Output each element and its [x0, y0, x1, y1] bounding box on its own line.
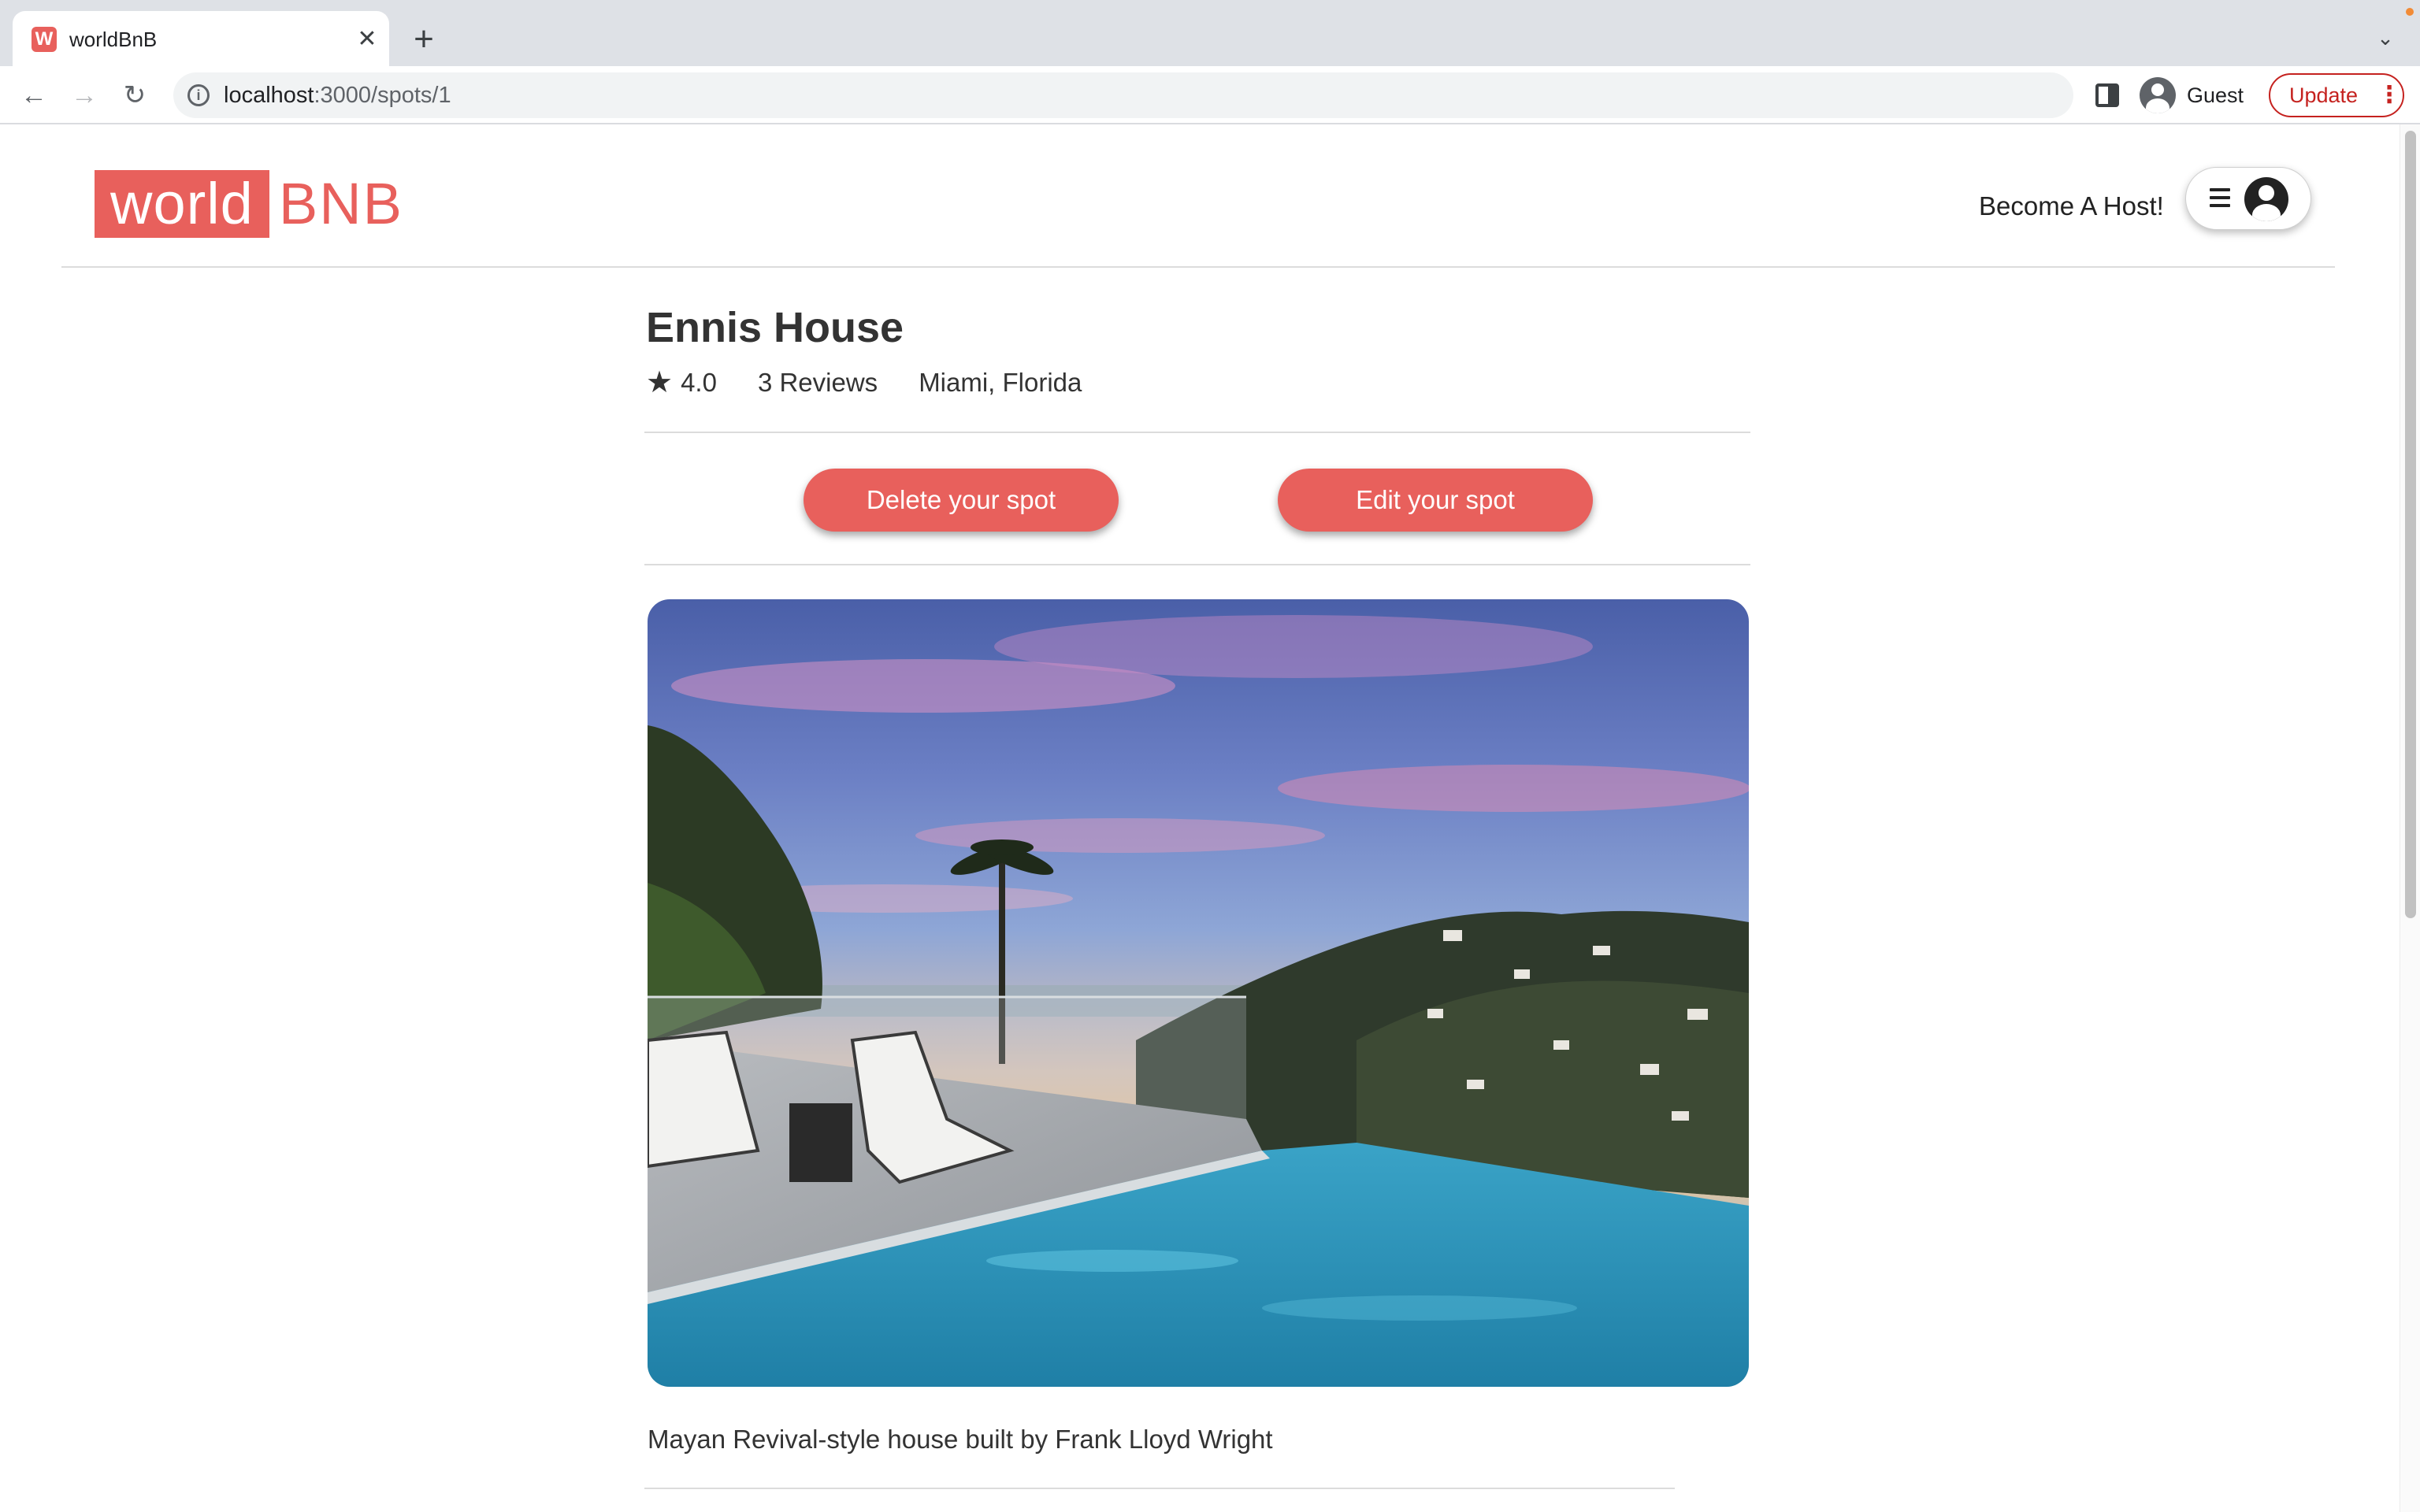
spot-photo-illustration — [648, 599, 1749, 1387]
edit-spot-button[interactable]: Edit your spot — [1278, 469, 1593, 532]
spot-photo — [648, 599, 1749, 1387]
spot-location: Miami, Florida — [919, 368, 1082, 397]
arrow-right-icon[interactable]: → — [66, 77, 102, 113]
user-menu-button[interactable] — [2185, 167, 2311, 230]
profile-label: Guest — [2187, 83, 2244, 107]
divider — [644, 432, 1750, 433]
divider — [644, 1488, 1675, 1489]
url-text[interactable]: localhost:3000/spots/1 — [224, 83, 451, 108]
divider — [644, 564, 1750, 565]
logo-text: BNB — [278, 171, 403, 236]
info-icon[interactable]: i — [187, 84, 210, 106]
hamburger-icon — [2210, 188, 2230, 207]
chevron-down-icon[interactable]: ⌄ — [2371, 24, 2400, 52]
browser-tab[interactable]: W worldBnB ✕ — [13, 11, 389, 66]
favicon-icon: W — [32, 27, 57, 52]
side-panel-icon[interactable] — [2095, 83, 2119, 107]
url-host: localhost — [224, 83, 314, 108]
arrow-left-icon[interactable]: ← — [16, 77, 52, 113]
spot-description: Mayan Revival-style house built by Frank… — [648, 1425, 1273, 1454]
plus-icon[interactable]: + — [408, 22, 440, 57]
spot-title: Ennis House — [646, 304, 904, 351]
tab-title: worldBnB — [69, 28, 158, 51]
close-icon[interactable]: ✕ — [353, 25, 381, 54]
reload-icon[interactable]: ↻ — [117, 77, 153, 113]
profile-button[interactable]: Guest — [2136, 72, 2262, 118]
more-vertical-icon: ⋮ — [2377, 82, 2401, 108]
star-icon: ★ — [646, 366, 674, 399]
logo-box-text: world — [95, 170, 269, 238]
page-viewport: world BNB Become A Host! Ennis House ★ 4… — [0, 124, 2420, 1512]
spot-rating: 4.0 — [681, 368, 717, 397]
scrollbar-thumb[interactable] — [2405, 131, 2416, 918]
avatar — [2140, 77, 2176, 113]
url-path: :3000/spots/1 — [314, 83, 451, 108]
user-circle-icon — [2244, 177, 2288, 221]
spot-reviews: 3 Reviews — [757, 368, 878, 397]
browser-tab-strip: W worldBnB ✕ + ⌄ — [0, 0, 2420, 66]
address-bar[interactable]: i localhost:3000/spots/1 — [173, 72, 2073, 118]
update-button[interactable]: Update ⋮ — [2269, 73, 2404, 117]
browser-toolbar: ← → ↻ i localhost:3000/spots/1 Guest Upd… — [0, 66, 2420, 124]
site-logo[interactable]: world BNB — [95, 170, 403, 238]
become-host-link[interactable]: Become A Host! — [1979, 191, 2164, 222]
delete-spot-button[interactable]: Delete your spot — [804, 469, 1119, 532]
page-scrollbar[interactable] — [2400, 124, 2420, 1512]
update-label: Update — [2289, 83, 2359, 107]
spot-meta: ★ 4.0 3 Reviews Miami, Florida — [646, 365, 1082, 400]
header-divider — [61, 266, 2335, 268]
notification-dot — [2406, 8, 2414, 16]
